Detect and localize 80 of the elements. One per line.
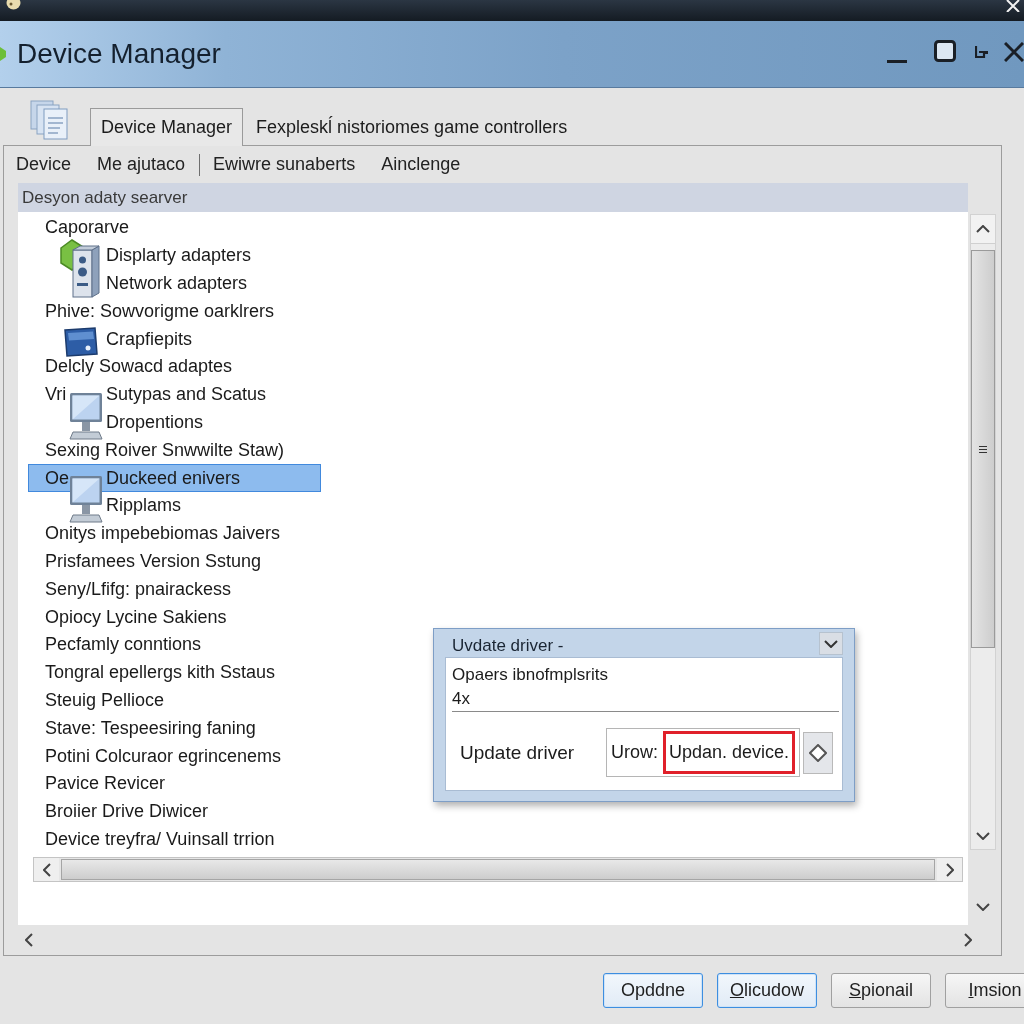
chevron-down-icon[interactable] (976, 903, 990, 911)
field-value: Updan. device. (663, 731, 796, 774)
close-icon[interactable] (1006, 0, 1020, 12)
window-title: Device Manager (17, 38, 221, 70)
tree-item[interactable]: Seny/Lfifg: pnairackess (45, 578, 232, 600)
monitor-icon (69, 391, 103, 440)
maximize-icon (934, 40, 956, 62)
tree-item[interactable]: Potini Colcuraor egrincenems (45, 745, 282, 767)
scroll-right-button[interactable] (937, 858, 962, 881)
tree-item[interactable]: Ripplams (106, 495, 182, 517)
tree-item[interactable]: Stave: Tespeesiring faning (45, 717, 256, 739)
tab[interactable]: Fexpleskĺ nistoriomes game controllers (243, 108, 581, 146)
diamond-icon (809, 743, 828, 762)
computer-tower-icon (60, 238, 100, 299)
chevron-left-icon (42, 862, 51, 877)
tab[interactable]: Device Manager (90, 108, 244, 146)
tree-item[interactable]: Delcly Sowacd adaptes (45, 356, 233, 378)
dialog-text: 4x (452, 688, 471, 710)
close-icon (1004, 42, 1024, 62)
monitor-icon (69, 474, 103, 523)
close-button[interactable] (1004, 42, 1024, 62)
tree-item[interactable]: Pecfamly conntions (45, 634, 202, 656)
documents-icon (30, 100, 68, 140)
tree-item[interactable]: Dropentions (106, 411, 204, 433)
tree-item[interactable]: Network adapters (106, 273, 248, 294)
tree-header: Desyon adaty searver (18, 183, 968, 212)
tree-item[interactable]: Pavice Revicer (45, 773, 166, 795)
minimize-icon (887, 60, 907, 63)
selection-highlight[interactable]: Oe Duckeed enivers (28, 464, 321, 492)
tree-item[interactable]: Opiocy Lycine Sakiens (45, 606, 227, 628)
tree-item[interactable]: Prisfamees Version Sstung (45, 550, 262, 572)
menu-item[interactable]: Ainclenge (381, 154, 461, 175)
vertical-scrollbar[interactable] (970, 214, 996, 850)
menu-item[interactable]: Me ajutaco (97, 154, 186, 175)
restore-button[interactable] (974, 44, 990, 60)
scroll-up-button[interactable] (971, 215, 995, 244)
field-label: Update driver (459, 741, 576, 764)
tree-item[interactable]: Caporarve (45, 217, 130, 239)
menu-separator (199, 153, 201, 176)
tree-item[interactable]: Sutypas and Scatus (106, 384, 267, 406)
diamond-button[interactable] (803, 731, 834, 774)
tree-item[interactable]: Steuig Pellioce (45, 689, 165, 711)
tree-item[interactable]: Crapfiepits (106, 328, 193, 350)
tree-item[interactable]: Phive: Sowvorigme oarklrers (45, 300, 275, 322)
app-icon (0, 47, 6, 61)
app-icon (6, 0, 21, 10)
menu-item[interactable]: Ewiwre sunaberts (213, 154, 356, 175)
scrollbar-thumb[interactable] (61, 859, 935, 880)
dialog-title: Uvdate driver - (452, 636, 564, 656)
dialog-button[interactable]: Imsion (945, 973, 1024, 1008)
scrollbar-thumb[interactable] (971, 250, 995, 648)
adapter-card-icon (64, 327, 98, 358)
dialog-text: Opaers ibnofmplsrits (452, 664, 609, 686)
dialog-button[interactable]: Spionail (831, 973, 931, 1008)
horizontal-scrollbar[interactable] (33, 857, 963, 882)
restore-icon (975, 46, 989, 58)
collapse-button[interactable] (819, 632, 843, 655)
menu-item[interactable]: Device (16, 154, 72, 175)
chevron-left-icon[interactable] (25, 933, 33, 947)
tree-item[interactable]: Duckeed enivers (106, 467, 241, 489)
tree-item[interactable]: Sexing Roiver Snwwilte Staw) (45, 439, 285, 461)
chevron-right-icon[interactable] (964, 933, 972, 947)
tree-item[interactable]: Device treyfra/ Vuinsall trrion (45, 828, 275, 850)
chevron-down-icon (824, 639, 838, 648)
dialog-button[interactable]: Olicudow (716, 973, 817, 1008)
maximize-button[interactable] (934, 40, 956, 62)
tree-item[interactable]: Tongral epellergs kith Sstaus (45, 662, 276, 684)
field-prefix: Urow: (611, 742, 658, 763)
scroll-left-button[interactable] (34, 858, 59, 881)
chevron-down-icon[interactable] (976, 832, 990, 840)
tree-item[interactable]: Vri (45, 384, 67, 406)
tree-item[interactable]: Displarty adapters (106, 245, 252, 267)
input-field[interactable]: Urow: Updan. device. (606, 728, 801, 777)
chevron-right-icon (945, 862, 954, 877)
tree-item[interactable]: Oe (45, 467, 69, 489)
tree-item[interactable]: Onitys impebebiomas Jaivers (45, 523, 281, 545)
grip-icon (979, 445, 987, 453)
dialog-button[interactable]: Opddne (602, 973, 703, 1008)
chevron-up-icon (976, 225, 990, 233)
tree-item[interactable]: Broiier Drive Diwicer (45, 801, 209, 823)
